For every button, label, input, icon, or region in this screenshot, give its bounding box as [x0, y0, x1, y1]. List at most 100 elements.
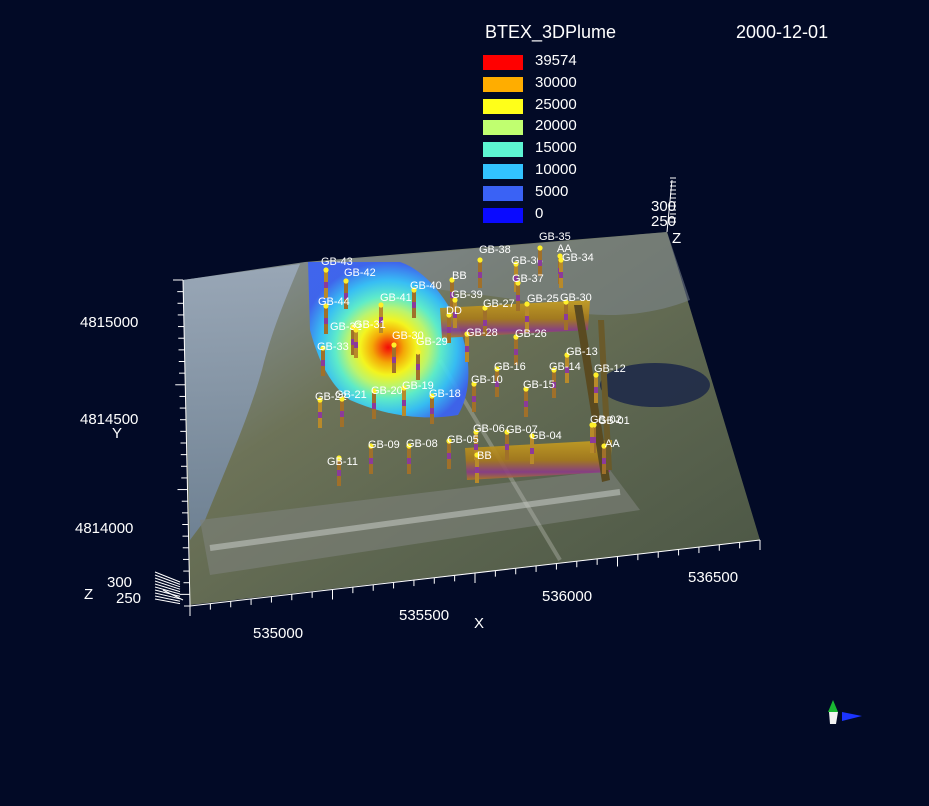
well-band	[594, 387, 598, 393]
well-label: GB-35	[539, 231, 571, 243]
well-label: GB-18	[429, 388, 461, 400]
z-tick-label: 250	[116, 590, 141, 607]
well-head-dot	[589, 422, 595, 428]
aerial-basemap	[183, 232, 760, 605]
well-band	[590, 437, 594, 443]
well-band	[321, 360, 325, 366]
well-band	[324, 318, 328, 324]
well-band	[465, 346, 469, 352]
y-tick-label: 4814500	[80, 411, 138, 428]
well-band	[318, 412, 322, 418]
well-band	[602, 458, 606, 464]
well-label: GB-44	[318, 296, 350, 308]
well-label: GB-33	[317, 341, 349, 353]
x-tick-label: 535500	[399, 607, 449, 624]
y-tick-label: 4815000	[80, 314, 138, 331]
well-band	[483, 320, 487, 326]
well-label: DD	[446, 305, 462, 317]
well-label: GB-13	[566, 346, 598, 358]
well-band	[516, 295, 520, 301]
well-label: GB-21	[335, 389, 367, 401]
well-label: GB-40	[410, 280, 442, 292]
well-label: GB-27	[483, 298, 515, 310]
well-label: GB-20	[371, 385, 403, 397]
well-band	[354, 342, 358, 348]
well-band	[337, 470, 341, 476]
well-band	[472, 396, 476, 402]
well-band	[412, 302, 416, 308]
well-band	[524, 401, 528, 407]
tick-mark	[154, 571, 181, 583]
x-tick-label: 536000	[542, 588, 592, 605]
well-band	[416, 364, 420, 370]
well-label: GB-05	[447, 434, 479, 446]
well-band	[514, 349, 518, 355]
well-label: BB	[477, 450, 492, 462]
well-band	[369, 458, 373, 464]
well-band	[324, 282, 328, 288]
well-label: GB-39	[451, 289, 483, 301]
well-label: GB-16	[494, 361, 526, 373]
well-label: BB	[452, 270, 467, 282]
well-label: GB-38	[479, 244, 511, 256]
well-band	[430, 408, 434, 414]
well-label: GB-08	[406, 438, 438, 450]
well-band	[525, 316, 529, 322]
tick-mark	[154, 598, 181, 605]
well-label: GB-37	[512, 273, 544, 285]
z-tick-label: 300	[107, 574, 132, 591]
x-tick-label: 535000	[253, 625, 303, 642]
well-head-dot	[415, 349, 421, 355]
well-label: GB-26	[515, 328, 547, 340]
well-label: GB-34	[562, 252, 594, 264]
well-band	[402, 400, 406, 406]
well-band	[530, 448, 534, 454]
well-label: AA	[605, 438, 620, 450]
well-band	[447, 453, 451, 459]
well-label: GB-14	[549, 361, 581, 373]
well-head-dot	[323, 267, 329, 273]
well-band	[447, 327, 451, 333]
well-label: GB-10	[471, 374, 503, 386]
well-band	[559, 272, 563, 278]
well-band	[372, 403, 376, 409]
well-label: GB-25	[527, 293, 559, 305]
well-label: GB-42	[344, 267, 376, 279]
well-band	[475, 467, 479, 473]
z-axis-title: Z	[84, 586, 93, 603]
well-label: GB-31	[354, 319, 386, 331]
well-head-dot	[477, 257, 483, 263]
well-head-dot	[537, 245, 543, 251]
well-band	[340, 411, 344, 417]
well-head-dot	[343, 278, 349, 284]
well-label: GB-29	[416, 336, 448, 348]
scene-svg: 535000 535500 536000 536500 X 4815000 48…	[75, 177, 862, 724]
triad-x-arrow	[842, 712, 862, 721]
well-head-dot	[391, 342, 397, 348]
y-axis-title: Y	[112, 425, 122, 442]
orientation-triad[interactable]	[828, 700, 862, 724]
well-label: GB-41	[380, 292, 412, 304]
well-band	[538, 260, 542, 266]
well-band	[478, 272, 482, 278]
x-axis-title: X	[474, 615, 484, 632]
triad-z-arrow	[829, 712, 838, 724]
triad-y-arrow	[828, 700, 838, 712]
well-label: GB-01	[598, 415, 630, 427]
well-band	[505, 444, 509, 450]
x-tick-label: 536500	[688, 569, 738, 586]
well-label: GB-11	[327, 456, 358, 468]
well-band	[564, 314, 568, 320]
z-axis-title: Z	[672, 230, 681, 247]
well-label: GB-12	[594, 363, 626, 375]
z-tick-label: 250	[651, 213, 676, 230]
well-label: GB-15	[523, 379, 555, 391]
well-band	[392, 357, 396, 363]
well-label: GB-04	[530, 430, 562, 442]
well-label: GB-28	[466, 327, 498, 339]
3d-viewport[interactable]: BTEX_3DPlume 2000-12-01 39574 30000 2500…	[0, 0, 929, 806]
well-label: GB-09	[368, 439, 400, 451]
y-tick-label: 4814000	[75, 520, 133, 537]
well-band	[407, 458, 411, 464]
well-label: GB-30	[560, 292, 592, 304]
